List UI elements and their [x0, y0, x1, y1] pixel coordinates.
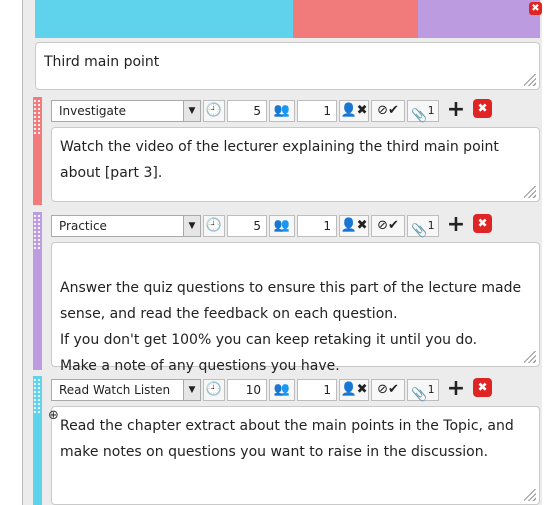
resize-handle[interactable] — [524, 489, 536, 501]
activity-toolbar: Investigate ▼ 🕘 5 👥 1 👤✖ ⊘✔ 📎1 + ✖ — [47, 97, 537, 127]
activity-type-value: Read Watch Listen — [59, 383, 171, 397]
activity-card-2: Practice ▼ 🕘 5 👥 1 👤✖ ⊘✔ 📎1 + ✖ Answer t… — [23, 212, 542, 374]
resize-handle[interactable] — [524, 74, 536, 86]
activity-card-3: Read Watch Listen ▼ 🕘 10 👥 1 👤✖ ⊘✔ 📎1 + … — [23, 376, 542, 505]
chevron-down-icon[interactable]: ▼ — [183, 101, 200, 121]
group-icon[interactable]: 👥 — [269, 215, 295, 237]
chevron-down-icon[interactable]: ▼ — [183, 380, 200, 400]
attachments-count: 1 — [427, 383, 435, 396]
color-segment-purple — [418, 0, 540, 38]
chevron-down-icon[interactable]: ▼ — [183, 216, 200, 236]
learning-design-panel: ✖ Third main point Investigate ▼ 🕘 5 👥 1… — [22, 0, 542, 505]
resize-handle[interactable] — [524, 351, 536, 363]
activity-description-text: Answer the quiz questions to ensure this… — [60, 280, 522, 374]
activity-card-1: Investigate ▼ 🕘 5 👥 1 👤✖ ⊘✔ 📎1 + ✖ Watch… — [23, 97, 542, 205]
color-segment-cyan — [35, 0, 293, 38]
clock-icon[interactable]: 🕘 — [203, 100, 225, 122]
assess-check-icon[interactable]: ⊘✔ — [371, 100, 405, 122]
group-size-input[interactable]: 1 — [297, 379, 337, 401]
paperclip-icon[interactable]: 📎1 — [407, 379, 439, 402]
main-point-textbox[interactable]: Third main point — [35, 42, 540, 90]
time-input[interactable]: 5 — [227, 215, 267, 237]
remove-user-icon[interactable]: 👤✖ — [339, 215, 369, 237]
attachments-count: 1 — [427, 219, 435, 232]
attachments-count: 1 — [427, 104, 435, 117]
assess-check-icon[interactable]: ⊘✔ — [371, 379, 405, 401]
group-icon[interactable]: 👥 — [269, 379, 295, 401]
group-icon[interactable]: 👥 — [269, 100, 295, 122]
drag-handle[interactable] — [33, 214, 42, 250]
remove-user-icon[interactable]: 👤✖ — [339, 379, 369, 401]
assess-check-icon[interactable]: ⊘✔ — [371, 215, 405, 237]
resize-handle[interactable] — [524, 186, 536, 198]
activity-type-select[interactable]: Read Watch Listen ▼ — [51, 379, 201, 401]
close-icon[interactable]: ✖ — [473, 214, 492, 233]
color-segment-salmon — [293, 0, 418, 38]
activity-type-select[interactable]: Investigate ▼ — [51, 100, 201, 122]
activity-toolbar: Practice ▼ 🕘 5 👥 1 👤✖ ⊘✔ 📎1 + ✖ — [47, 212, 537, 242]
activity-description-text: Read the chapter extract about the main … — [60, 418, 514, 460]
activity-type-value: Practice — [59, 219, 107, 233]
group-size-input[interactable]: 1 — [297, 215, 337, 237]
close-icon[interactable]: ✖ — [473, 378, 492, 397]
clock-icon[interactable]: 🕘 — [203, 379, 225, 401]
activity-description[interactable]: Read the chapter extract about the main … — [51, 406, 540, 505]
activity-description[interactable]: Watch the video of the lecturer explaini… — [51, 127, 540, 202]
plus-icon[interactable]: + — [445, 212, 467, 238]
close-icon[interactable]: ✖ — [473, 99, 492, 118]
activity-type-select[interactable]: Practice ▼ — [51, 215, 201, 237]
paperclip-icon[interactable]: 📎1 — [407, 215, 439, 238]
plus-icon[interactable]: + — [445, 97, 467, 123]
close-icon[interactable]: ✖ — [529, 2, 542, 15]
activity-type-value: Investigate — [59, 104, 126, 118]
clock-icon[interactable]: 🕘 — [203, 215, 225, 237]
time-input[interactable]: 5 — [227, 100, 267, 122]
time-input[interactable]: 10 — [227, 379, 267, 401]
group-size-input[interactable]: 1 — [297, 100, 337, 122]
drag-handle[interactable] — [33, 99, 42, 135]
drag-handle[interactable] — [33, 378, 42, 414]
remove-user-icon[interactable]: 👤✖ — [339, 100, 369, 122]
main-point-text: Third main point — [44, 54, 160, 70]
activity-description[interactable]: Answer the quiz questions to ensure this… — [51, 242, 540, 374]
activity-toolbar: Read Watch Listen ▼ 🕘 10 👥 1 👤✖ ⊘✔ 📎1 + … — [47, 376, 537, 406]
zoom-icon[interactable]: ⊕ — [48, 408, 59, 423]
color-bar — [35, 0, 540, 38]
activity-description-text: Watch the video of the lecturer explaini… — [60, 139, 499, 181]
plus-icon[interactable]: + — [445, 376, 467, 402]
paperclip-icon[interactable]: 📎1 — [407, 100, 439, 123]
